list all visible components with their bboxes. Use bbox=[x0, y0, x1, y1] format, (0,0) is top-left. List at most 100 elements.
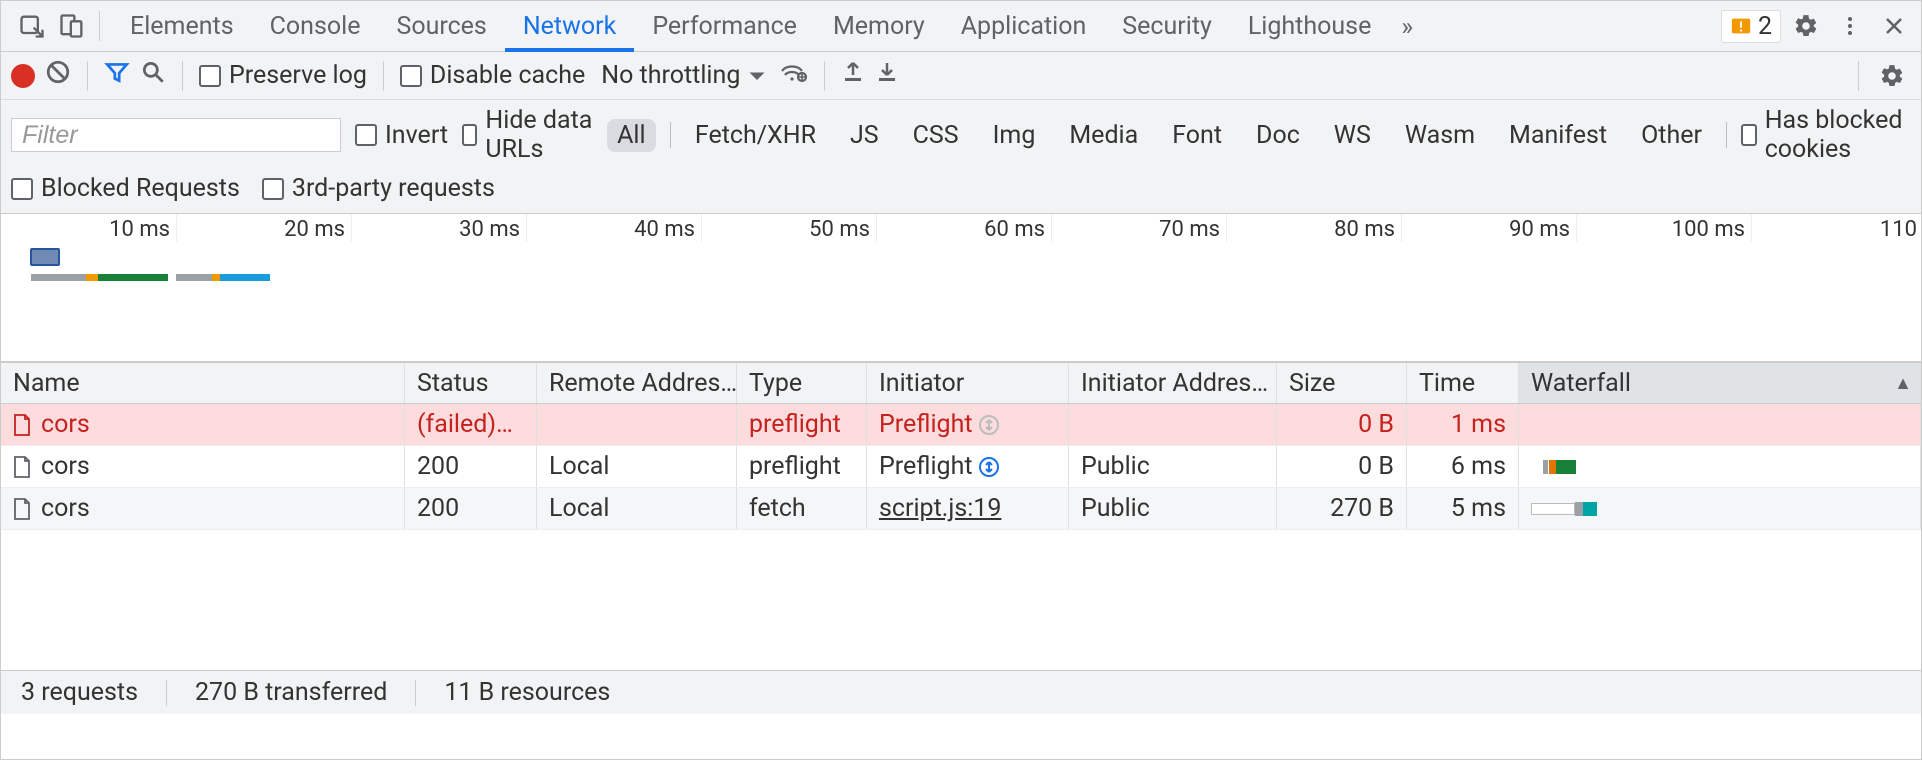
network-table: Name Status Remote Addres… Type Initiato… bbox=[1, 362, 1921, 670]
cell-initiator[interactable]: Preflight bbox=[867, 404, 1069, 445]
status-resources: 11 B resources bbox=[444, 678, 610, 707]
type-pill-fetch-xhr[interactable]: Fetch/XHR bbox=[685, 119, 826, 152]
type-pill-font[interactable]: Font bbox=[1162, 119, 1232, 152]
col-header-size[interactable]: Size bbox=[1277, 363, 1407, 403]
hide-data-urls-checkbox[interactable]: Hide data URLs bbox=[462, 106, 593, 164]
table-body[interactable]: cors (failed)… preflight Preflight 0 B 1… bbox=[1, 404, 1921, 670]
network-status-bar: 3 requests 270 B transferred 11 B resour… bbox=[1, 670, 1921, 714]
document-icon bbox=[13, 456, 31, 478]
type-pill-other[interactable]: Other bbox=[1631, 119, 1712, 152]
tab-sources[interactable]: Sources bbox=[378, 2, 504, 52]
import-har-icon[interactable] bbox=[841, 60, 865, 91]
panel-tabs: Elements Console Sources Network Perform… bbox=[112, 2, 1425, 52]
invert-checkbox[interactable]: Invert bbox=[355, 121, 448, 150]
cell-initiator[interactable]: script.js:19 bbox=[867, 488, 1069, 529]
cell-size: 0 B bbox=[1277, 446, 1407, 487]
filter-input[interactable] bbox=[11, 118, 341, 152]
col-header-initiator[interactable]: Initiator bbox=[867, 363, 1069, 403]
type-pill-ws[interactable]: WS bbox=[1324, 119, 1381, 152]
col-header-waterfall[interactable]: Waterfall ▲ bbox=[1519, 363, 1921, 403]
divider bbox=[99, 11, 100, 41]
cell-time: 6 ms bbox=[1407, 446, 1519, 487]
tab-memory[interactable]: Memory bbox=[815, 2, 943, 52]
tab-security[interactable]: Security bbox=[1104, 2, 1230, 52]
status-transferred: 270 B transferred bbox=[195, 678, 387, 707]
tab-console[interactable]: Console bbox=[252, 2, 379, 52]
tab-network[interactable]: Network bbox=[505, 2, 634, 52]
devtools-tabstrip: Elements Console Sources Network Perform… bbox=[1, 1, 1921, 52]
clear-button[interactable] bbox=[45, 59, 71, 92]
cell-type: preflight bbox=[737, 446, 867, 487]
cell-size: 270 B bbox=[1277, 488, 1407, 529]
tab-elements[interactable]: Elements bbox=[112, 2, 252, 52]
settings-gear-icon[interactable] bbox=[1787, 7, 1825, 45]
type-pill-img[interactable]: Img bbox=[983, 119, 1046, 152]
search-icon[interactable] bbox=[140, 59, 166, 92]
private-network-access-icon bbox=[977, 455, 1001, 479]
cell-remote: Local bbox=[537, 446, 737, 487]
tabs-overflow-button[interactable]: » bbox=[1389, 3, 1425, 52]
preserve-log-label: Preserve log bbox=[229, 61, 367, 90]
type-pill-all[interactable]: All bbox=[607, 119, 655, 152]
cell-initiator-addr bbox=[1069, 404, 1277, 445]
cell-time: 1 ms bbox=[1407, 404, 1519, 445]
col-header-name[interactable]: Name bbox=[1, 363, 405, 403]
cell-type: fetch bbox=[737, 488, 867, 529]
cell-initiator[interactable]: Preflight bbox=[867, 446, 1069, 487]
network-toolbar: Preserve log Disable cache No throttling bbox=[1, 52, 1921, 100]
throttling-select[interactable]: No throttling bbox=[601, 61, 766, 90]
record-button[interactable] bbox=[11, 64, 35, 88]
col-header-remote-address[interactable]: Remote Addres… bbox=[537, 363, 737, 403]
network-conditions-icon[interactable] bbox=[780, 61, 808, 90]
cell-initiator-addr: Public bbox=[1069, 488, 1277, 529]
timeline-overview[interactable]: 10 ms 20 ms 30 ms 40 ms 50 ms 60 ms 70 m… bbox=[1, 214, 1921, 362]
cell-initiator-addr: Public bbox=[1069, 446, 1277, 487]
col-header-type[interactable]: Type bbox=[737, 363, 867, 403]
network-filter-bar-2: Blocked Requests 3rd-party requests bbox=[1, 170, 1921, 214]
cell-status: 200 bbox=[405, 488, 537, 529]
issues-count: 2 bbox=[1758, 12, 1772, 41]
request-name: cors bbox=[41, 452, 90, 481]
overview-window-handle[interactable] bbox=[30, 248, 60, 266]
type-pill-css[interactable]: CSS bbox=[903, 119, 969, 152]
cell-waterfall bbox=[1519, 404, 1921, 445]
tab-application[interactable]: Application bbox=[943, 2, 1105, 52]
filter-toggle-icon[interactable] bbox=[104, 59, 130, 92]
preserve-log-checkbox[interactable]: Preserve log bbox=[199, 61, 367, 90]
document-icon bbox=[13, 498, 31, 520]
has-blocked-cookies-checkbox[interactable]: Has blocked cookies bbox=[1741, 106, 1911, 164]
table-row[interactable]: cors (failed)… preflight Preflight 0 B 1… bbox=[1, 404, 1921, 446]
cell-time: 5 ms bbox=[1407, 488, 1519, 529]
disable-cache-checkbox[interactable]: Disable cache bbox=[400, 61, 585, 90]
tab-performance[interactable]: Performance bbox=[634, 2, 815, 52]
sort-ascending-icon: ▲ bbox=[1894, 373, 1912, 394]
disable-cache-label: Disable cache bbox=[430, 61, 585, 90]
type-pill-wasm[interactable]: Wasm bbox=[1395, 119, 1485, 152]
status-requests: 3 requests bbox=[21, 678, 138, 707]
type-pill-manifest[interactable]: Manifest bbox=[1499, 119, 1617, 152]
col-header-status[interactable]: Status bbox=[405, 363, 537, 403]
type-pill-doc[interactable]: Doc bbox=[1246, 119, 1310, 152]
col-header-initiator-address[interactable]: Initiator Addres… bbox=[1069, 363, 1277, 403]
cell-type: preflight bbox=[737, 404, 867, 445]
close-devtools-icon[interactable] bbox=[1875, 7, 1913, 45]
type-pill-js[interactable]: JS bbox=[840, 119, 889, 152]
third-party-requests-checkbox[interactable]: 3rd-party requests bbox=[262, 174, 495, 203]
table-row[interactable]: cors 200 Local fetch script.js:19 Public… bbox=[1, 488, 1921, 530]
inspect-icon[interactable] bbox=[17, 12, 47, 40]
request-name: cors bbox=[41, 410, 90, 439]
col-header-time[interactable]: Time bbox=[1407, 363, 1519, 403]
export-har-icon[interactable] bbox=[875, 60, 899, 91]
cell-size: 0 B bbox=[1277, 404, 1407, 445]
cell-waterfall bbox=[1519, 446, 1921, 487]
device-toggle-icon[interactable] bbox=[57, 12, 87, 40]
tab-lighthouse[interactable]: Lighthouse bbox=[1230, 2, 1390, 52]
type-pill-media[interactable]: Media bbox=[1059, 119, 1148, 152]
issues-badge[interactable]: 2 bbox=[1721, 10, 1781, 43]
cell-remote: Local bbox=[537, 488, 737, 529]
kebab-menu-icon[interactable] bbox=[1831, 7, 1869, 45]
blocked-requests-checkbox[interactable]: Blocked Requests bbox=[11, 174, 240, 203]
network-settings-gear-icon[interactable] bbox=[1873, 57, 1911, 95]
network-filter-bar: Invert Hide data URLs All Fetch/XHR JS C… bbox=[1, 100, 1921, 170]
table-row[interactable]: cors 200 Local preflight Preflight Publi… bbox=[1, 446, 1921, 488]
